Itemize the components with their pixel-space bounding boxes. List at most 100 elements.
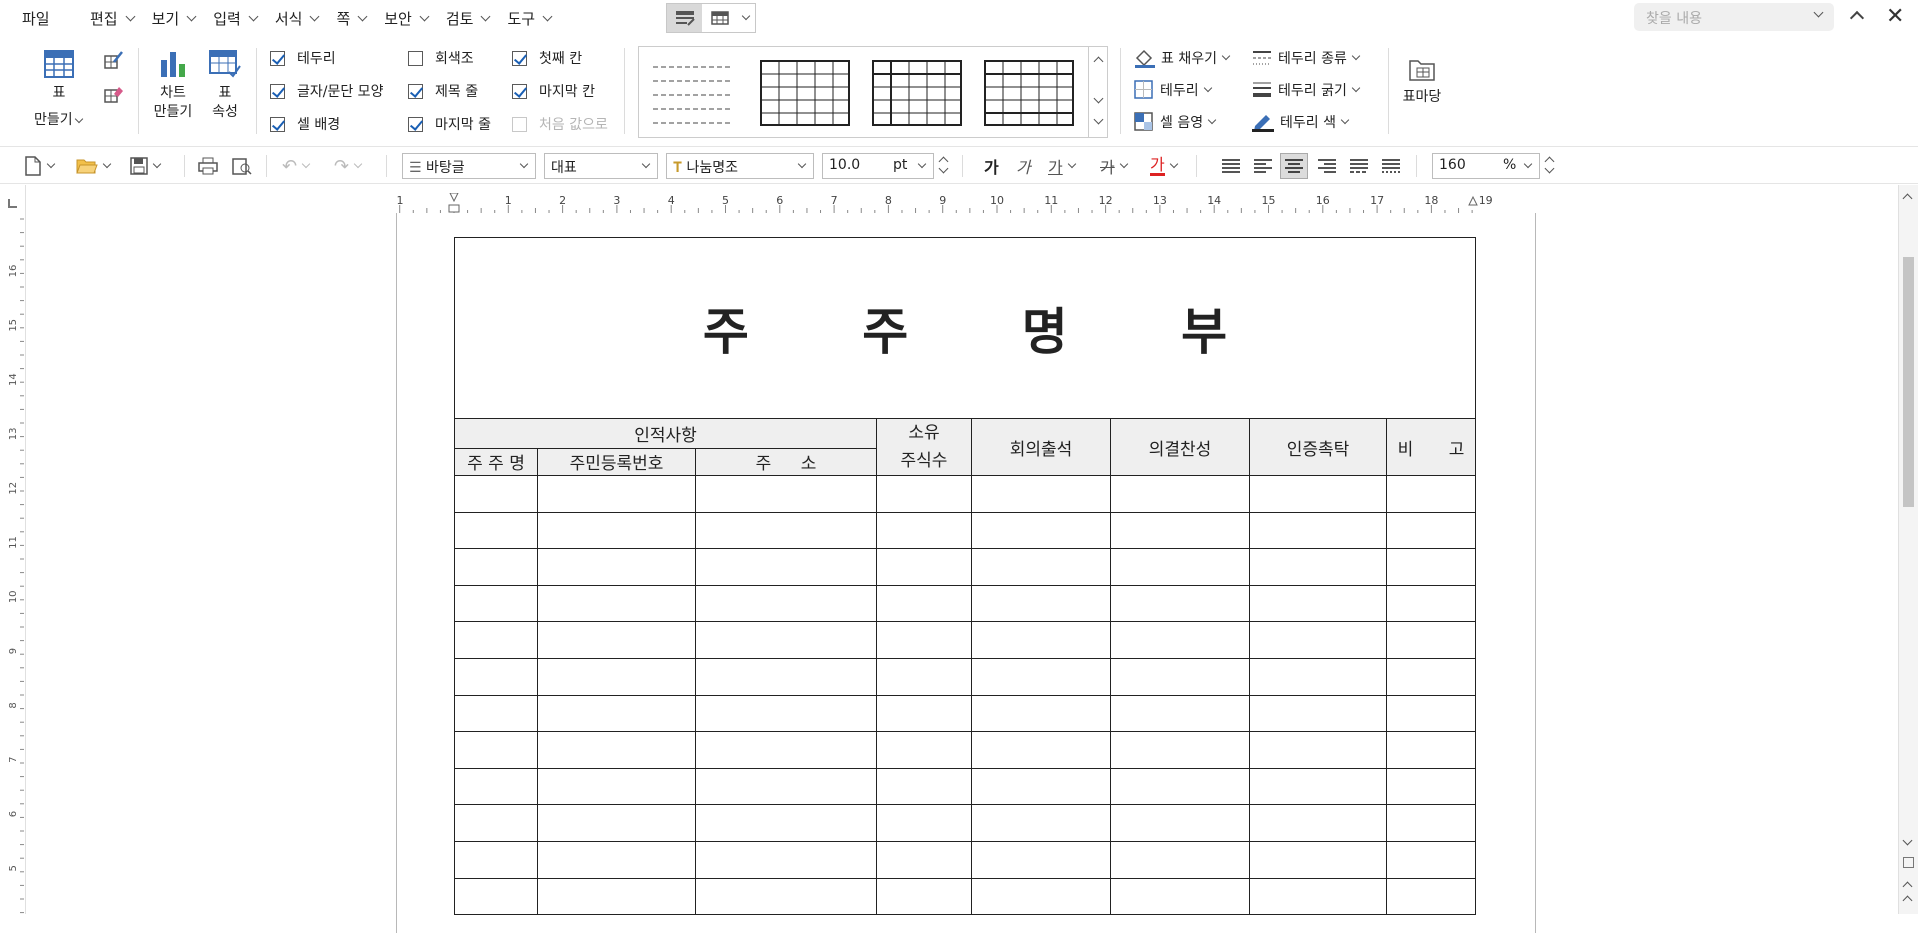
grayscale-checkbox[interactable]: 회색조 <box>408 48 474 68</box>
last-row-checkbox[interactable]: 마지막 줄 <box>408 114 491 134</box>
chevron-down-icon[interactable] <box>1902 835 1913 846</box>
table-cell[interactable] <box>971 475 1111 513</box>
table-cell[interactable] <box>695 767 877 806</box>
table-cell[interactable] <box>1386 511 1476 550</box>
table-cell[interactable] <box>1386 475 1476 513</box>
undo-button[interactable]: ↶ <box>282 154 311 178</box>
table-cell[interactable] <box>1110 767 1250 806</box>
text-para-shape-checkbox[interactable]: 글자/문단 모양 <box>270 81 383 101</box>
table-cell[interactable] <box>695 511 877 550</box>
title-row-checkbox[interactable]: 제목 줄 <box>408 81 478 101</box>
last-col-checkbox[interactable]: 마지막 칸 <box>512 81 595 101</box>
table-cell[interactable] <box>1386 877 1476 916</box>
table-yard-button[interactable]: 표마당 <box>1398 56 1446 107</box>
table-cell[interactable] <box>971 731 1111 769</box>
font-size-select[interactable]: 10.0 pt <box>822 153 934 179</box>
table-cell[interactable] <box>695 657 877 696</box>
collapse-ribbon-icon[interactable] <box>1849 10 1865 26</box>
table-cell[interactable] <box>695 840 877 879</box>
shareholder-register-table[interactable]: 주 주 명 부 인적사항 소유 주식수 회의출석 의결찬성 인증촉탁 비 고 주… <box>454 237 1476 916</box>
table-layout-tab[interactable] <box>702 4 737 32</box>
menu-tools[interactable]: 도구 <box>507 0 553 36</box>
table-cell[interactable] <box>876 877 972 916</box>
table-cell[interactable] <box>971 548 1111 586</box>
menu-edit[interactable]: 편집 <box>90 0 136 36</box>
table-cell[interactable] <box>971 657 1111 696</box>
bold-button[interactable]: 가 <box>984 154 999 178</box>
table-cell[interactable] <box>876 621 972 659</box>
print-button[interactable] <box>198 154 218 178</box>
split-distribute-button[interactable] <box>1382 154 1400 178</box>
find-box[interactable]: 찾을 내용 <box>1634 3 1834 31</box>
justify-button[interactable] <box>1222 154 1240 178</box>
table-cell[interactable] <box>537 694 696 733</box>
table-cell[interactable] <box>1386 657 1476 696</box>
table-cell[interactable] <box>1249 877 1387 916</box>
strikethrough-button[interactable]: 가 <box>1100 154 1128 178</box>
table-cell[interactable] <box>454 767 538 806</box>
table-cell[interactable] <box>537 584 696 623</box>
table-cell[interactable] <box>1386 804 1476 842</box>
table-cell[interactable] <box>971 511 1111 550</box>
table-cell[interactable] <box>1386 694 1476 733</box>
font-group-select[interactable]: 대표 <box>544 153 658 179</box>
border-button[interactable]: 테두리 <box>1134 80 1212 100</box>
table-cell[interactable] <box>1249 694 1387 733</box>
table-cell[interactable] <box>1249 767 1387 806</box>
header-resident-id[interactable]: 주민등록번호 <box>537 447 696 477</box>
expand-gallery-icon[interactable] <box>1093 114 1104 125</box>
table-cell[interactable] <box>1110 621 1250 659</box>
style-select[interactable]: ☰ 바탕글 <box>402 153 536 179</box>
table-cell[interactable] <box>454 584 538 623</box>
table-cell[interactable] <box>1249 804 1387 842</box>
chevron-down-icon[interactable] <box>1544 163 1555 174</box>
save-button[interactable] <box>130 154 162 178</box>
table-cell[interactable] <box>454 657 538 696</box>
table-cell[interactable] <box>537 475 696 513</box>
table-cell[interactable] <box>537 767 696 806</box>
font-size-spinner[interactable] <box>936 153 952 179</box>
table-design-tab[interactable] <box>667 4 703 32</box>
cell-shade-button[interactable]: 셀 음영 <box>1134 112 1217 132</box>
open-button[interactable] <box>76 154 112 178</box>
table-cell[interactable] <box>454 548 538 586</box>
table-cell[interactable] <box>1249 548 1387 586</box>
table-cell[interactable] <box>454 804 538 842</box>
table-cell[interactable] <box>1249 657 1387 696</box>
table-cell[interactable] <box>1386 621 1476 659</box>
close-icon[interactable]: ✕ <box>1886 4 1904 29</box>
chevron-up-icon[interactable] <box>1902 193 1913 204</box>
header-shareholder-name[interactable]: 주 주 명 <box>454 447 538 477</box>
table-cell[interactable] <box>1110 584 1250 623</box>
prev-page-icon[interactable] <box>1902 881 1913 892</box>
page-view-icon[interactable] <box>1903 857 1914 868</box>
table-cell[interactable] <box>695 475 877 513</box>
table-cell[interactable] <box>454 877 538 916</box>
table-cell[interactable] <box>1386 731 1476 769</box>
table-cell[interactable] <box>1386 840 1476 879</box>
table-cell[interactable] <box>695 877 877 916</box>
table-fill-button[interactable]: 표 채우기 <box>1134 48 1231 68</box>
table-cell[interactable] <box>876 804 972 842</box>
table-cell[interactable] <box>1249 840 1387 879</box>
menu-page[interactable]: 쪽 <box>336 0 368 36</box>
border-color-button[interactable]: 테두리 색 <box>1252 112 1350 132</box>
cell-background-checkbox[interactable]: 셀 배경 <box>270 114 340 134</box>
menu-format[interactable]: 서식 <box>275 0 320 36</box>
table-cell[interactable] <box>1386 767 1476 806</box>
table-cell[interactable] <box>876 657 972 696</box>
align-right-button[interactable] <box>1318 154 1336 178</box>
table-cell[interactable] <box>537 804 696 842</box>
table-cell[interactable] <box>537 731 696 769</box>
table-properties-button[interactable]: 표 속성 <box>206 50 244 122</box>
table-cell[interactable] <box>695 804 877 842</box>
table-cell[interactable] <box>1110 804 1250 842</box>
menu-security[interactable]: 보안 <box>384 0 430 36</box>
make-table-button[interactable]: 표 <box>34 50 84 103</box>
table-cell[interactable] <box>876 548 972 586</box>
font-color-button[interactable]: 가 <box>1150 154 1178 178</box>
table-cell[interactable] <box>537 548 696 586</box>
table-cell[interactable] <box>454 511 538 550</box>
table-cell[interactable] <box>971 767 1111 806</box>
table-cell[interactable] <box>537 511 696 550</box>
